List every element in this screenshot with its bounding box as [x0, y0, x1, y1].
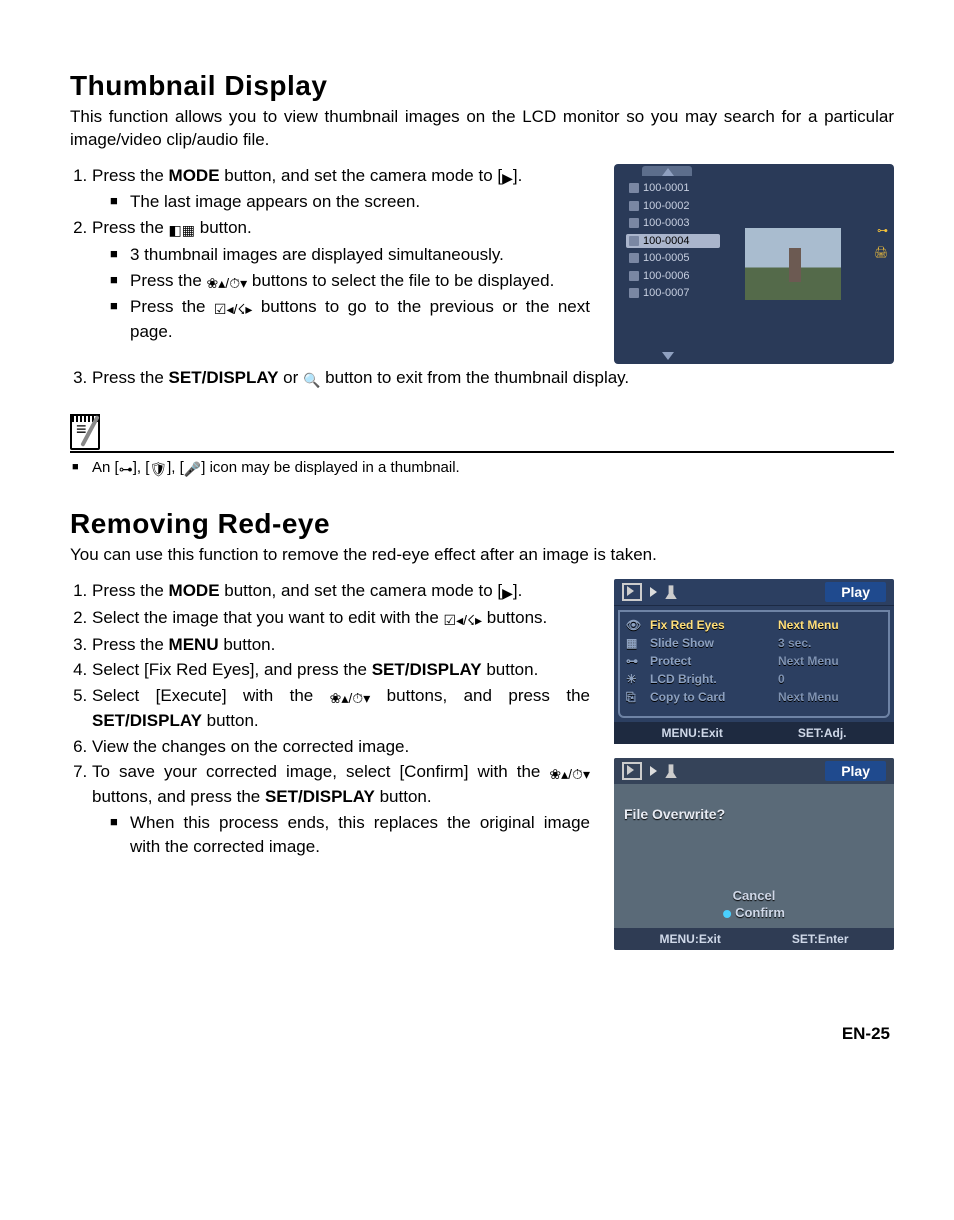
copy-icon: ⎘ [626, 690, 642, 704]
lcd-title: Play [825, 761, 886, 781]
r-step-4: Select [Fix Red Eyes], and press the SET… [92, 658, 590, 682]
file-icon [629, 288, 639, 298]
lcd-overwrite-screen: Play File Overwrite? Cancel Confirm MENU… [614, 758, 894, 950]
r-step-7: To save your corrected image, select [Co… [92, 760, 590, 858]
list-item-selected: 100-0004 [626, 234, 720, 248]
step-2a: 3 thumbnail images are displayed simulta… [110, 243, 590, 267]
step-2b: Press the ❀▴/⏱▾ buttons to select the fi… [110, 269, 590, 294]
option-confirm: Confirm [723, 905, 785, 920]
brightness-icon: ☀ [626, 672, 642, 686]
step-1-text: Press the MODE button, and set the camer… [92, 166, 522, 185]
protect-icon: ⊶ [877, 224, 888, 237]
step-3: Press the SET/DISPLAY or 🔍 button to exi… [92, 366, 894, 391]
eye-icon: 👁 [626, 618, 642, 632]
list-item: 100-0005 [626, 251, 720, 265]
redeye-intro: You can use this function to remove the … [70, 544, 894, 567]
file-icon [629, 253, 639, 263]
file-icon [629, 183, 639, 193]
playback-icon [622, 762, 642, 780]
step-1a: The last image appears on the screen. [110, 190, 590, 214]
list-item: 100-0006 [626, 269, 720, 283]
tool-icon [665, 585, 677, 599]
option-cancel: Cancel [723, 888, 785, 903]
r-step-3: Press the MENU button. [92, 633, 590, 657]
step-1: Press the MODE button, and set the camer… [92, 164, 590, 214]
tool-icon [665, 764, 677, 778]
key-icon: ⊶ [626, 654, 642, 668]
step-2-text: Press the ◧▦ button. [92, 218, 252, 237]
slide-icon: ▦ [626, 636, 642, 650]
file-icon [629, 236, 639, 246]
r-step-2: Select the image that you want to edit w… [92, 606, 590, 631]
file-list: 100-0001 100-0002 100-0003 100-0004 100-… [614, 178, 720, 350]
list-item: 100-0002 [626, 199, 720, 213]
preview-thumb [745, 228, 841, 300]
footer-set-adj: SET:Adj. [798, 726, 847, 740]
footer-set-enter: SET:Enter [792, 932, 849, 946]
thumbnail-title: Thumbnail Display [70, 70, 894, 102]
menu-row-slide-show: ▦ Slide Show 3 sec. [626, 634, 882, 652]
print-icon: 🖨 [874, 246, 888, 259]
playback-icon [622, 583, 642, 601]
lcd-thumbnail-screen: 100-0001 100-0002 100-0003 100-0004 100-… [614, 164, 894, 364]
menu-row-copy: ⎘ Copy to Card Next Menu [626, 688, 882, 706]
menu-row-fix-red-eyes: 👁 Fix Red Eyes Next Menu [626, 616, 882, 634]
scroll-up-icon [662, 168, 674, 176]
note-icon [70, 414, 108, 449]
overwrite-prompt: File Overwrite? [624, 806, 725, 822]
page-number: EN-25 [70, 1024, 894, 1044]
chevron-right-icon [650, 587, 657, 597]
redeye-title: Removing Red-eye [70, 508, 894, 540]
menu-row-lcd-bright: ☀ LCD Bright. 0 [626, 670, 882, 688]
thumbnail-intro: This function allows you to view thumbna… [70, 106, 894, 152]
selector-dot-icon [723, 910, 731, 918]
r-step-6: View the changes on the corrected image. [92, 735, 590, 759]
r-step-1: Press the MODE button, and set the camer… [92, 579, 590, 604]
scroll-down-icon [662, 352, 674, 360]
list-item: 100-0003 [626, 216, 720, 230]
file-icon [629, 201, 639, 211]
note-text: An [⊶], [🛡], [🎤] icon may be displayed i… [70, 459, 894, 478]
list-item: 100-0001 [626, 181, 720, 195]
file-icon [629, 271, 639, 281]
lcd-title: Play [825, 582, 886, 602]
step-2: Press the ◧▦ button. 3 thumbnail images … [92, 216, 590, 343]
r-step-5: Select [Execute] with the ❀▴/⏱▾ buttons,… [92, 684, 590, 732]
footer-menu-exit: MENU:Exit [659, 932, 720, 946]
menu-row-protect: ⊶ Protect Next Menu [626, 652, 882, 670]
chevron-right-icon [650, 766, 657, 776]
note-divider [70, 451, 894, 453]
r-step-7a: When this process ends, this replaces th… [110, 811, 590, 859]
lcd-play-menu: Play 👁 Fix Red Eyes Next Menu ▦ Slide Sh… [614, 579, 894, 744]
footer-menu-exit: MENU:Exit [661, 726, 722, 740]
file-icon [629, 218, 639, 228]
list-item: 100-0007 [626, 286, 720, 300]
step-2c: Press the ☑◂/☇▸ buttons to go to the pre… [110, 295, 590, 343]
